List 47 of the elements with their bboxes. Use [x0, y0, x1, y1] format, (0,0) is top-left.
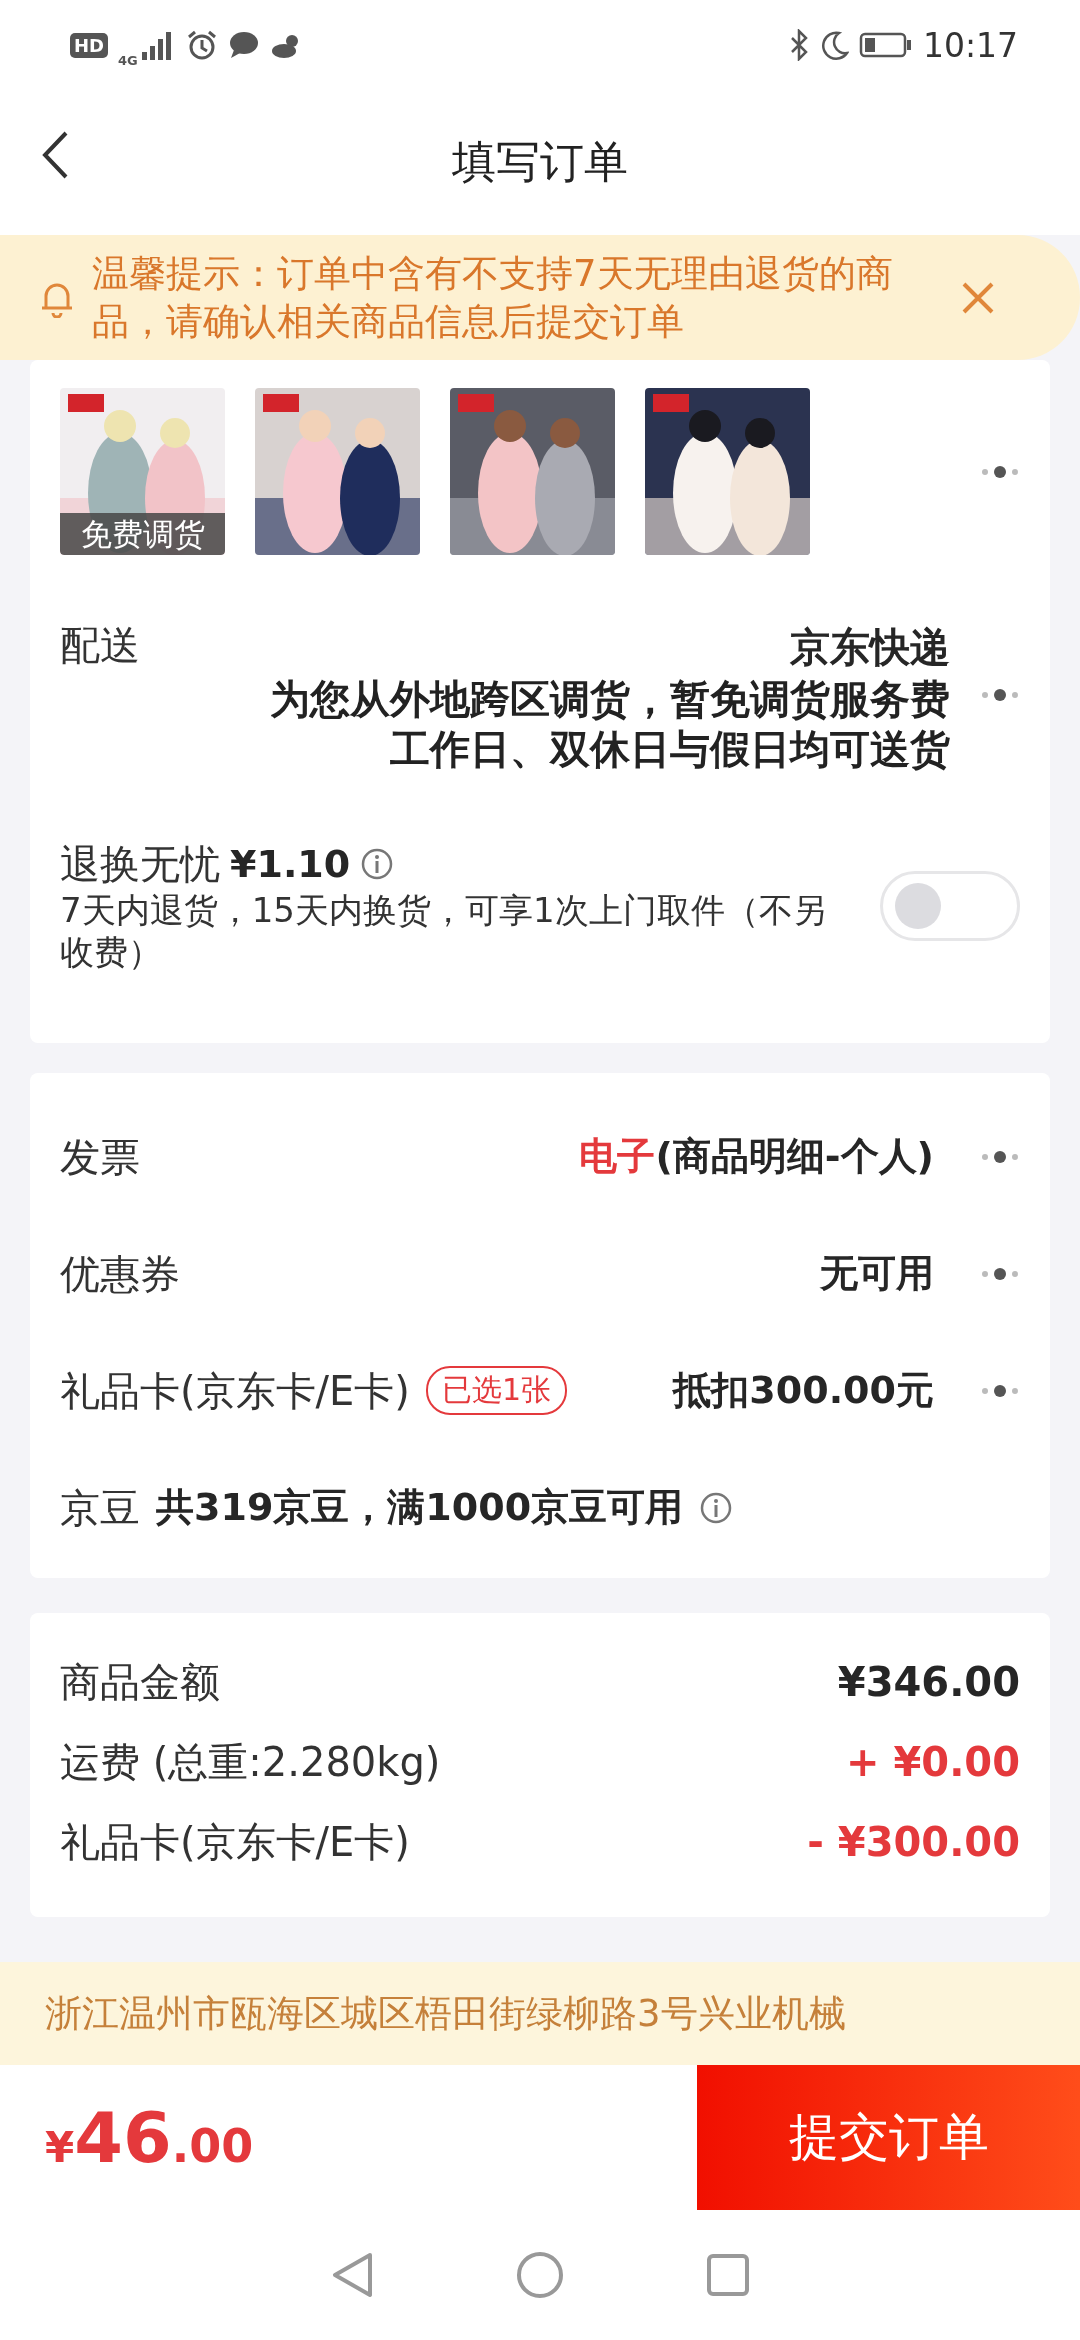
- summary-label: 礼品卡(京东卡/E卡): [60, 1818, 410, 1867]
- battery-icon: [858, 31, 913, 59]
- option-label: 京豆: [60, 1483, 140, 1533]
- summary-label: 运费 (总重:2.280kg): [60, 1738, 441, 1787]
- service-label: 退换无忧: [60, 840, 220, 889]
- option-label: 发票: [60, 1132, 140, 1182]
- total-decimal: .00: [171, 2118, 254, 2173]
- delivery-note: 工作日、双休日与假日均可送货: [390, 725, 950, 774]
- page-title: 填写订单: [452, 135, 628, 189]
- more-icon[interactable]: [980, 1383, 1020, 1398]
- total-amount: 46: [74, 2096, 172, 2179]
- option-label: 优惠券: [60, 1249, 180, 1299]
- more-icon[interactable]: [980, 464, 1020, 479]
- delivery-label: 配送: [60, 621, 140, 670]
- beans-detail: 共319京豆，满1000京豆可用: [156, 1484, 684, 1531]
- info-icon[interactable]: [360, 847, 395, 881]
- summary-label: 商品金额: [60, 1658, 220, 1707]
- summary-amount: - ¥300.00: [807, 1819, 1020, 1865]
- selected-tag: 已选1张: [425, 1366, 568, 1415]
- service-description: 7天内退货，15天内换货，可享1次上门取件（不另收费）: [60, 889, 828, 973]
- delivery-note: 为您从外地跨区调货，暂免调货服务费: [270, 675, 950, 724]
- chat-icon: [227, 30, 260, 60]
- submit-button[interactable]: 提交订单: [697, 2065, 1080, 2210]
- clock-time: 10:17: [922, 25, 1018, 65]
- more-icon[interactable]: [980, 688, 1020, 702]
- hd-indicator: HD: [70, 32, 108, 58]
- alarm-icon: [185, 29, 218, 61]
- home-icon[interactable]: [515, 2250, 565, 2300]
- more-icon[interactable]: [980, 1149, 1020, 1164]
- address-bar: 浙江温州市瓯海区城区梧田街绿柳路3号兴业机械: [0, 1962, 1080, 2065]
- currency-symbol: ¥: [45, 2122, 75, 2172]
- more-icon[interactable]: [980, 1266, 1020, 1281]
- free-transfer-badge: 免费调货: [60, 513, 225, 555]
- carrier-name: 京东快递: [790, 623, 950, 672]
- service-price: ¥1.10: [230, 842, 351, 886]
- option-label: 礼品卡(京东卡/E卡): [60, 1366, 410, 1416]
- summary-amount: ¥346.00: [837, 1659, 1020, 1705]
- option-value[interactable]: 无可用: [196, 1248, 934, 1299]
- summary-amount: + ¥0.00: [846, 1739, 1020, 1785]
- network-label: 4G: [118, 52, 138, 68]
- option-value[interactable]: 抵扣300.00元: [583, 1365, 934, 1416]
- notice-text: 温馨提示：订单中含有不支持7天无理由退货的商品，请确认相关商品信息后提交订单: [92, 250, 894, 345]
- recents-icon[interactable]: [705, 2253, 750, 2297]
- info-icon[interactable]: [699, 1490, 734, 1525]
- back-icon[interactable]: [40, 130, 70, 180]
- option-value[interactable]: 电子(商品明细-个人): [156, 1131, 934, 1182]
- bluetooth-icon: [788, 29, 809, 61]
